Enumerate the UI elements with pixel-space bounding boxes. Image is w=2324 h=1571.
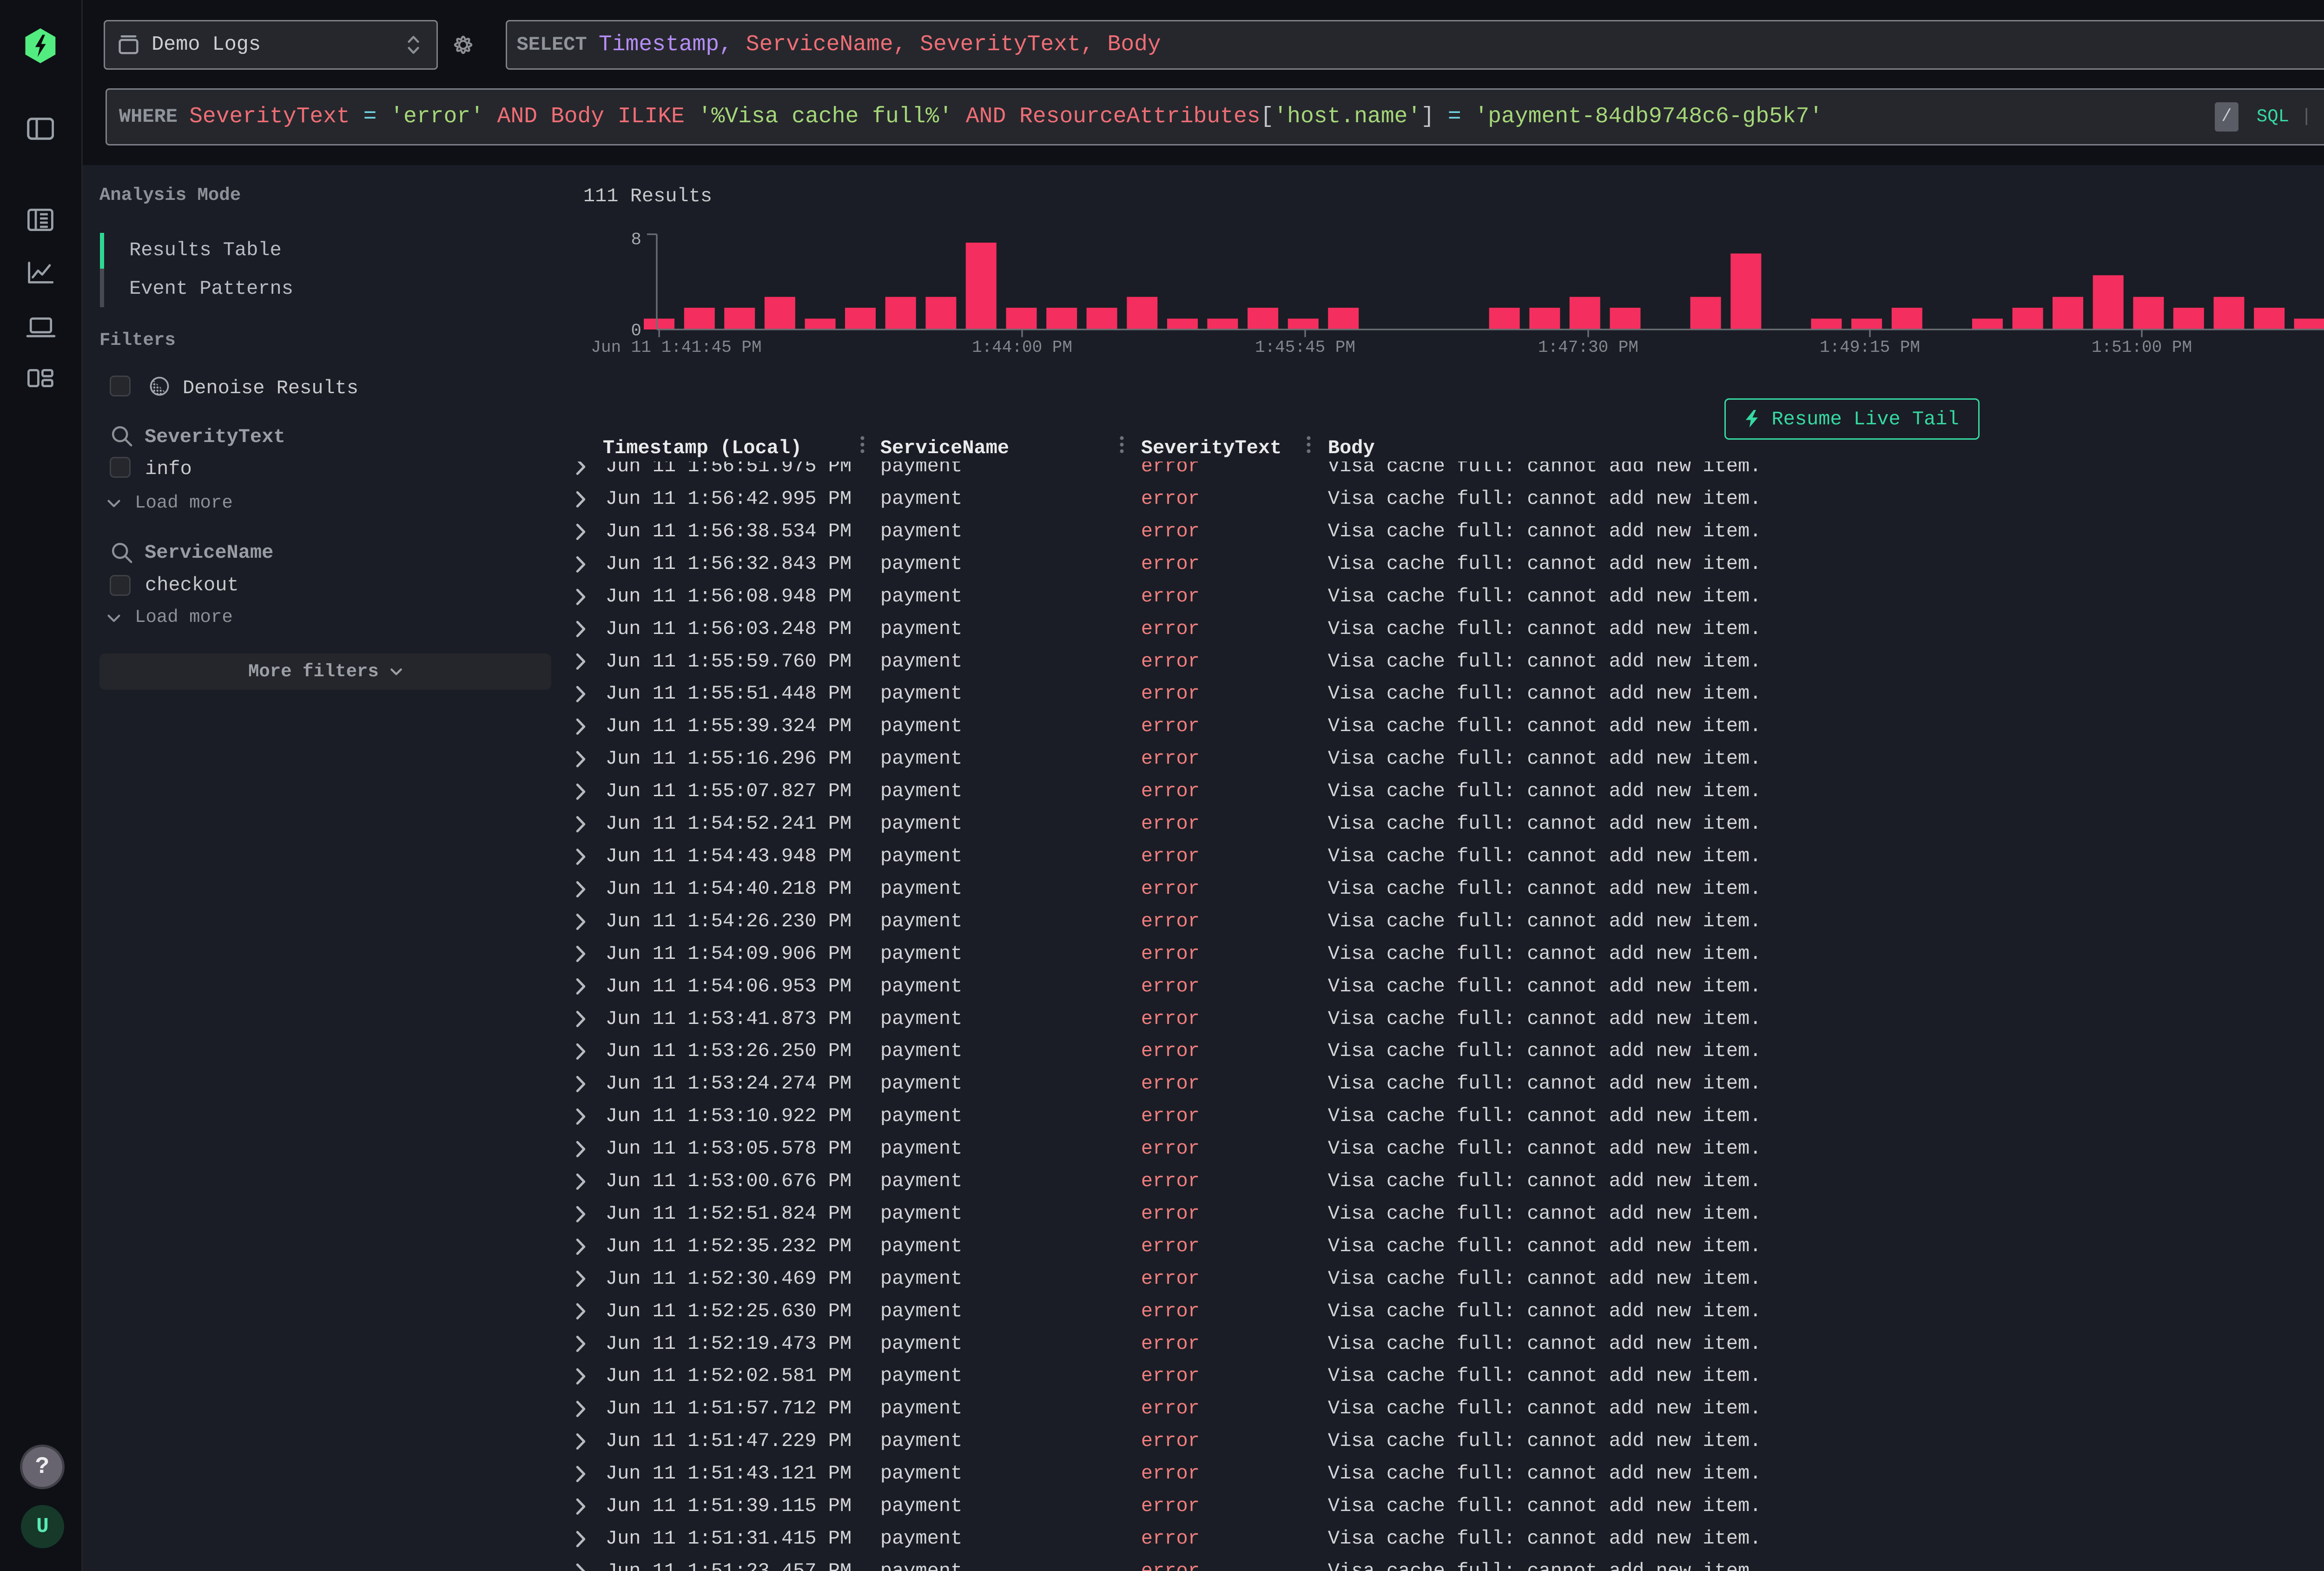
svg-text:1:49:15 PM: 1:49:15 PM: [1820, 338, 1920, 357]
svg-text:1:47:30 PM: 1:47:30 PM: [1538, 338, 1638, 357]
svg-text:1:44:00 PM: 1:44:00 PM: [972, 338, 1072, 357]
svg-text:8: 8: [631, 231, 641, 250]
svg-text:Jun 11 1:41:45 PM: Jun 11 1:41:45 PM: [591, 338, 761, 357]
svg-text:1:45:45 PM: 1:45:45 PM: [1255, 338, 1355, 357]
svg-text:1:51:00 PM: 1:51:00 PM: [2092, 338, 2192, 357]
